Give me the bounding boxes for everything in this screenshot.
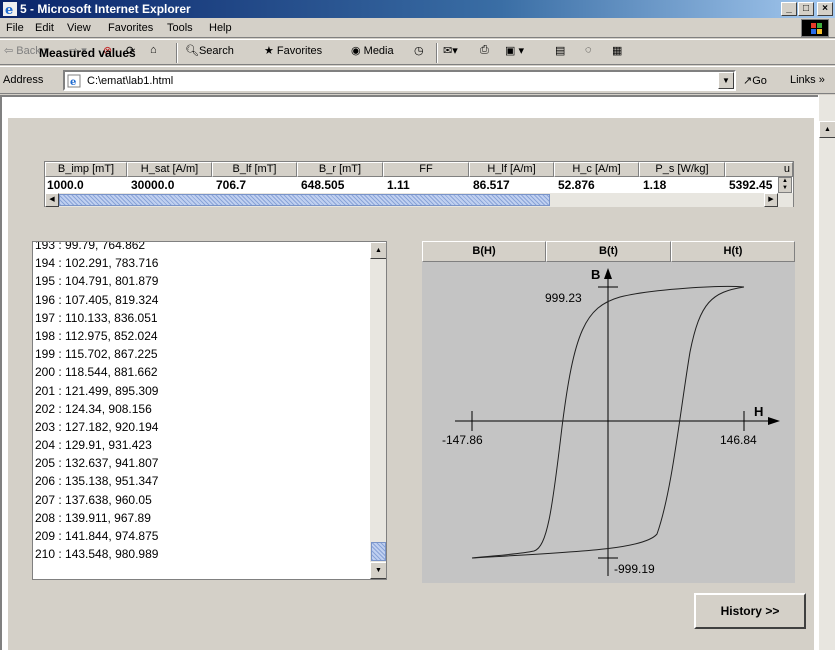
list-item[interactable]: 193 : 99.79, 764.862 (33, 242, 369, 254)
favorites-button[interactable]: ★ Favorites (264, 44, 322, 57)
b-axis-label: B (591, 267, 601, 282)
col-header: B_r [mT] (297, 162, 383, 177)
address-bar: Address e C:\emat\lab1.html ▼ ↗Go Links … (0, 66, 835, 94)
page-scrollbar[interactable]: ▲ (818, 95, 835, 650)
col-header: B_imp [mT] (45, 162, 127, 177)
page-icon: e (67, 74, 81, 88)
scroll-left-icon[interactable]: ◀ (45, 193, 59, 207)
col-header: B_lf [mT] (212, 162, 297, 177)
h-axis-arrow (768, 417, 780, 425)
list-item[interactable]: 197 : 110.133, 836.051 (33, 309, 369, 327)
list-item[interactable]: 210 : 143.548, 980.989 (33, 545, 369, 563)
data-points-list[interactable]: 193 : 99.79, 764.862 194 : 102.291, 783.7… (32, 241, 387, 580)
address-input[interactable]: e C:\emat\lab1.html ▼ (63, 70, 736, 91)
table-hscroll-thumb[interactable] (59, 194, 550, 206)
col-header: FF (383, 162, 469, 177)
history-icon[interactable]: ◷ (414, 44, 424, 57)
mail-icon[interactable]: ✉▾ (443, 44, 458, 57)
go-button[interactable]: ↗Go (743, 74, 767, 87)
list-item[interactable]: 199 : 115.702, 867.225 (33, 345, 369, 363)
cell-h-lf: 86.517 (473, 178, 510, 192)
list-item[interactable]: 208 : 139.911, 967.89 (33, 509, 369, 527)
col-header: H_sat [A/m] (127, 162, 212, 177)
menu-edit[interactable]: Edit (35, 22, 54, 34)
cell-b-r: 648.505 (301, 178, 345, 192)
tab-bh[interactable]: B(H) (422, 241, 546, 262)
research-icon[interactable]: ▦ (612, 44, 622, 57)
list-item[interactable]: 205 : 132.637, 941.807 (33, 454, 369, 472)
list-item[interactable]: 204 : 129.91, 931.423 (33, 436, 369, 454)
menu-view[interactable]: View (67, 22, 91, 34)
menu-favorites[interactable]: Favorites (108, 22, 153, 34)
menu-bar: File Edit View Favorites Tools Help (0, 18, 835, 38)
col-header: H_lf [A/m] (469, 162, 554, 177)
plot-tabs: B(H) B(t) H(t) (422, 241, 795, 262)
cell-u: 5392.45 (729, 178, 773, 192)
print-icon[interactable]: ⎙ (480, 44, 489, 57)
list-scroll-down-icon[interactable]: ▼ (370, 562, 386, 579)
tab-bt[interactable]: B(t) (546, 241, 671, 262)
col-header: H_c [A/m] (554, 162, 639, 177)
col-header: P_s [W/kg] (639, 162, 725, 177)
spin-icon[interactable]: ▲ ▼ (778, 177, 792, 193)
title-bar: e 5 - Microsoft Internet Explorer _ □ × (0, 0, 835, 18)
list-item[interactable]: 206 : 135.138, 951.347 (33, 472, 369, 490)
measured-values-table: B_imp [mT] H_sat [A/m] B_lf [mT] B_r [mT… (44, 161, 794, 207)
list-scroll-thumb[interactable] (371, 542, 386, 561)
address-label: Address (3, 74, 44, 86)
b-min-label: -999.19 (614, 562, 655, 576)
scroll-up-icon[interactable]: ▲ (819, 121, 835, 138)
h-axis-label: H (754, 404, 764, 419)
b-axis-arrow (604, 268, 612, 279)
col-header: u (725, 162, 793, 177)
b-max-label: 999.23 (545, 291, 582, 305)
list-item[interactable]: 194 : 102.291, 783.716 (33, 254, 369, 272)
list-scroll-up-icon[interactable]: ▲ (370, 242, 386, 259)
list-item[interactable]: 203 : 127.182, 920.194 (33, 418, 369, 436)
svg-text:e: e (5, 3, 13, 16)
minimize-button[interactable]: _ (781, 2, 797, 16)
cell-b-imp: 1000.0 (47, 178, 84, 192)
hysteresis-plot: B H 999.23 -999.19 -147.86 146.84 (422, 262, 795, 583)
scroll-right-icon[interactable]: ▶ (764, 193, 778, 207)
measured-values-title: Measured values (39, 46, 136, 60)
table-hscrollbar[interactable]: ◀ ▶ (45, 193, 793, 207)
cell-ff: 1.11 (387, 178, 410, 192)
maximize-button[interactable]: □ (798, 2, 814, 16)
media-button[interactable]: ◉ Media (351, 44, 394, 57)
discuss-icon[interactable]: ▤ (555, 44, 565, 57)
address-dropdown-icon[interactable]: ▼ (718, 72, 734, 89)
h-min-label: -147.86 (442, 433, 483, 447)
home-icon[interactable]: ⌂ (150, 44, 157, 56)
close-button[interactable]: × (817, 2, 833, 16)
search-button[interactable]: 🔍︎Search (185, 44, 234, 57)
menu-help[interactable]: Help (209, 22, 232, 34)
list-item[interactable]: 200 : 118.544, 881.662 (33, 363, 369, 381)
list-item[interactable]: 209 : 141.844, 974.875 (33, 527, 369, 545)
h-max-label: 146.84 (720, 433, 757, 447)
list-item[interactable]: 195 : 104.791, 801.879 (33, 272, 369, 290)
history-button[interactable]: History >> (694, 593, 806, 629)
window-title: 5 - Microsoft Internet Explorer (20, 2, 191, 16)
edit-icon[interactable]: ▣ ▾ (505, 44, 524, 57)
list-item[interactable]: 196 : 107.405, 819.324 (33, 291, 369, 309)
list-scrollbar[interactable]: ▲ ▼ (370, 242, 386, 579)
list-item[interactable]: 202 : 124.34, 908.156 (33, 400, 369, 418)
cell-p-s: 1.18 (643, 178, 667, 192)
menu-file[interactable]: File (6, 22, 24, 34)
cell-h-sat: 30000.0 (131, 178, 175, 192)
address-url: C:\emat\lab1.html (87, 75, 174, 87)
cell-h-c: 52.876 (558, 178, 595, 192)
svg-text:e: e (70, 77, 76, 88)
cell-b-lf: 706.7 (216, 178, 247, 192)
messenger-icon[interactable]: ◌ (585, 44, 592, 56)
ie-logo-icon: e (3, 2, 17, 16)
tab-ht[interactable]: H(t) (671, 241, 795, 262)
links-button[interactable]: Links » (790, 74, 825, 86)
list-item[interactable]: 207 : 137.638, 960.05 (33, 491, 369, 509)
menu-tools[interactable]: Tools (167, 22, 193, 34)
windows-flag-icon (801, 19, 829, 37)
list-item[interactable]: 201 : 121.499, 895.309 (33, 382, 369, 400)
list-item[interactable]: 198 : 112.975, 852.024 (33, 327, 369, 345)
